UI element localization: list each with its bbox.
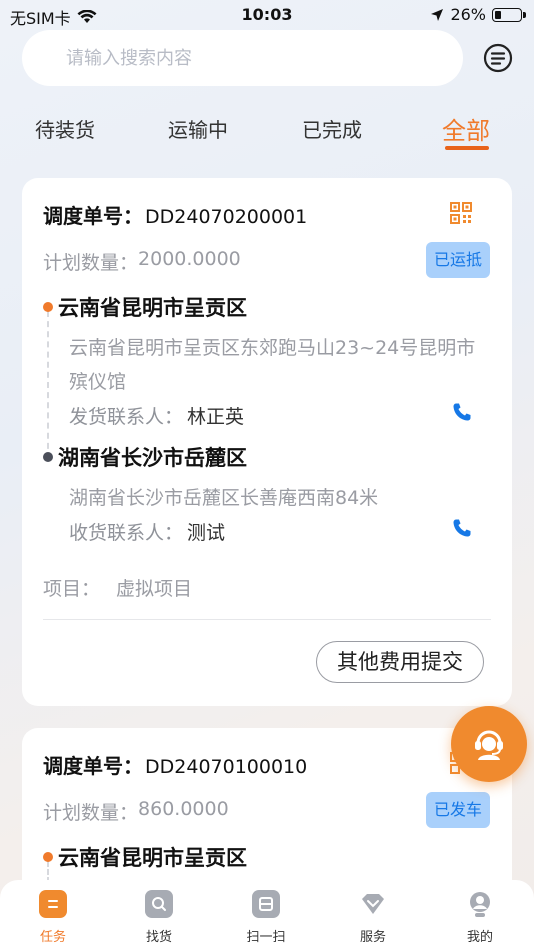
- project-row: 项目： 虚拟项目: [43, 574, 192, 601]
- planned-quantity: 计划数量： 2000.0000: [43, 248, 241, 275]
- receiver-contact: 收货联系人： 测试: [69, 518, 225, 545]
- origin-address: 云南省昆明市呈贡区东郊跑马山23~24号昆明市殡仪馆: [69, 337, 476, 393]
- order-number-row: 调度单号： DD24070200001: [43, 200, 307, 229]
- route-line: [47, 311, 49, 459]
- sender-name: 林正英: [187, 406, 245, 428]
- origin-dot: [43, 302, 53, 312]
- search-input[interactable]: [66, 44, 446, 72]
- tabbar-label: 我的: [466, 930, 493, 945]
- search-bar[interactable]: [22, 30, 463, 86]
- quantity-label: 计划数量：: [43, 802, 139, 824]
- submit-other-fees-button[interactable]: 其他费用提交: [316, 641, 484, 683]
- tabbar-label: 服务: [359, 930, 386, 945]
- tabbar-label: 扫一扫: [246, 930, 286, 945]
- status-badge: 已运抵: [425, 242, 490, 278]
- order-number: DD24070200001: [145, 206, 308, 228]
- order-number-label: 调度单号：: [43, 204, 143, 228]
- scan-icon: [252, 890, 280, 918]
- active-tab-indicator: [445, 146, 489, 150]
- receiver-name: 测试: [187, 522, 226, 544]
- tabbar-label: 找货: [145, 930, 172, 945]
- task-icon: [39, 890, 67, 918]
- origin-dot: [43, 852, 53, 862]
- find-goods-icon: [145, 890, 173, 918]
- status-bar: 无SIM卡 10:03 26%: [0, 0, 534, 30]
- destination-city: 湖南省长沙市岳麓区: [58, 446, 247, 470]
- quantity-label: 计划数量：: [43, 252, 139, 274]
- project-value: 虚拟项目: [116, 578, 193, 600]
- status-badge: 已发车: [425, 792, 490, 828]
- status-tabs: 待装货 运输中 已完成 全部: [0, 108, 534, 158]
- profile-icon: [466, 890, 494, 918]
- bottom-tab-bar: 任务 找货 扫一扫 服务 我的: [0, 880, 534, 950]
- tab-in-transit[interactable]: 运输中: [168, 114, 228, 143]
- tabbar-item-profile[interactable]: 我的: [440, 890, 520, 945]
- phone-icon[interactable]: [452, 518, 472, 538]
- tabbar-item-find-goods[interactable]: 找货: [119, 890, 199, 945]
- battery-icon: [492, 7, 526, 22]
- status-right: 26%: [430, 5, 526, 24]
- customer-service-button[interactable]: [451, 706, 527, 782]
- destination-address: 湖南省长沙市岳麓区长善庵西南84米: [69, 487, 379, 509]
- tab-completed[interactable]: 已完成: [302, 114, 362, 143]
- battery-level: [495, 10, 501, 19]
- tabbar-item-scan[interactable]: 扫一扫: [226, 890, 306, 945]
- tabbar-item-task[interactable]: 任务: [13, 890, 93, 945]
- tab-pending-load[interactable]: 待装货: [35, 114, 95, 143]
- tabbar-item-service[interactable]: 服务: [333, 890, 413, 945]
- origin-city: 云南省昆明市呈贡区: [58, 296, 247, 320]
- order-number-row: 调度单号： DD24070100010: [43, 750, 307, 779]
- planned-quantity: 计划数量： 860.0000: [43, 798, 229, 825]
- sender-label: 发货联系人：: [69, 406, 184, 428]
- quantity-value: 2000.0000: [138, 248, 241, 270]
- project-label: 项目：: [43, 578, 101, 600]
- order-card[interactable]: 调度单号： DD24070200001 计划数量： 2000.0000 已运抵 …: [22, 178, 512, 706]
- tabbar-label: 任务: [39, 930, 66, 945]
- sender-contact: 发货联系人： 林正英: [69, 402, 244, 429]
- menu-list-icon[interactable]: [480, 40, 516, 76]
- destination-dot: [43, 452, 53, 462]
- quantity-value: 860.0000: [138, 798, 229, 820]
- battery-percent: 26%: [450, 5, 486, 24]
- customer-service-icon: [475, 730, 503, 760]
- service-diamond-icon: [359, 890, 387, 918]
- origin-city: 云南省昆明市呈贡区: [58, 846, 247, 870]
- phone-icon[interactable]: [452, 402, 472, 422]
- receiver-label: 收货联系人：: [69, 522, 184, 544]
- order-number-label: 调度单号：: [43, 754, 143, 778]
- location-arrow-icon: [431, 8, 444, 21]
- qr-code-icon[interactable]: [450, 202, 472, 224]
- order-number: DD24070100010: [145, 756, 308, 778]
- divider: [43, 619, 491, 620]
- tab-all[interactable]: 全部: [442, 111, 490, 146]
